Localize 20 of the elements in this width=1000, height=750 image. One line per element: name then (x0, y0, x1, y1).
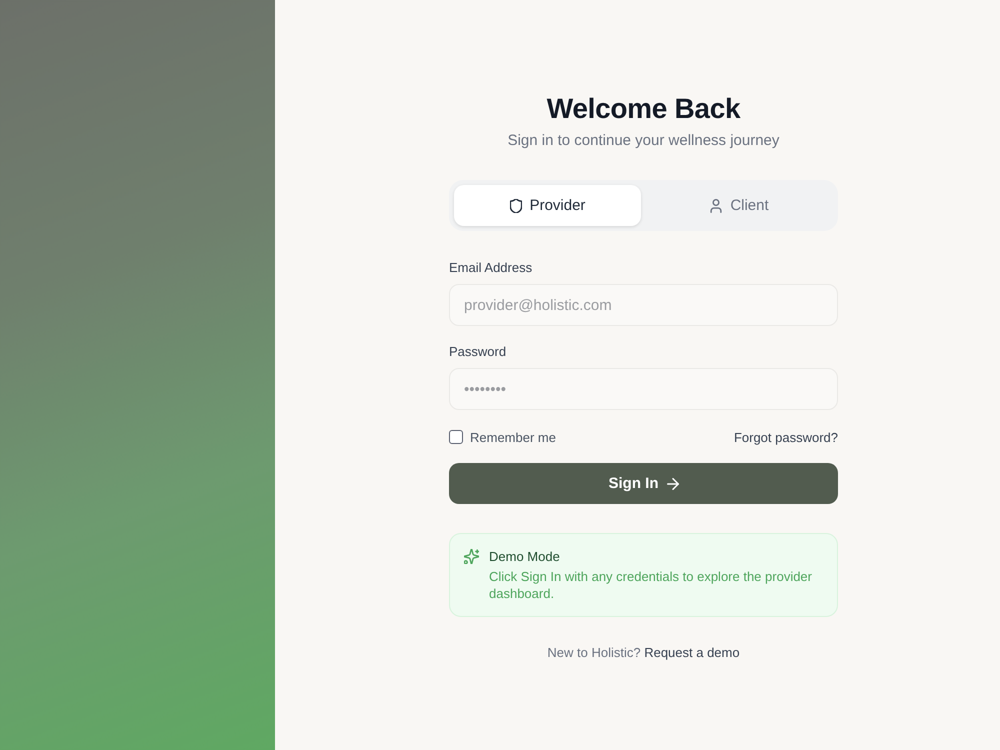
input-field[interactable]: provider@holistic.com (449, 284, 838, 326)
role-tab[interactable]: Client (646, 185, 833, 226)
signup-prompt: New to Holistic? Request a demo (546, 645, 741, 661)
request-demo-link[interactable]: Request a demo (644, 645, 740, 660)
arrow-right-icon (666, 478, 678, 490)
page-subtitle: Sign in to continue your wellness journey (506, 131, 780, 151)
page-title: Welcome Back (546, 93, 742, 125)
demo-description: Click Sign In with any credentials to explore the provider dashboard. (489, 568, 813, 602)
sparkle-icon (464, 549, 479, 564)
demo-title: Demo Mode (489, 548, 561, 565)
forgot-password-link[interactable]: Forgot password? (734, 430, 838, 444)
input-field[interactable]: •••••••• (449, 368, 838, 410)
sign-in-button[interactable]: Sign In (449, 463, 838, 504)
user-icon (710, 198, 722, 212)
remember-label: Remember me (470, 430, 556, 444)
field-label: Password (449, 343, 508, 361)
field-label: Email Address (449, 259, 534, 277)
remember-checkbox[interactable] (449, 430, 463, 444)
role-tab[interactable]: Provider (454, 185, 641, 226)
shield-icon (510, 198, 522, 212)
